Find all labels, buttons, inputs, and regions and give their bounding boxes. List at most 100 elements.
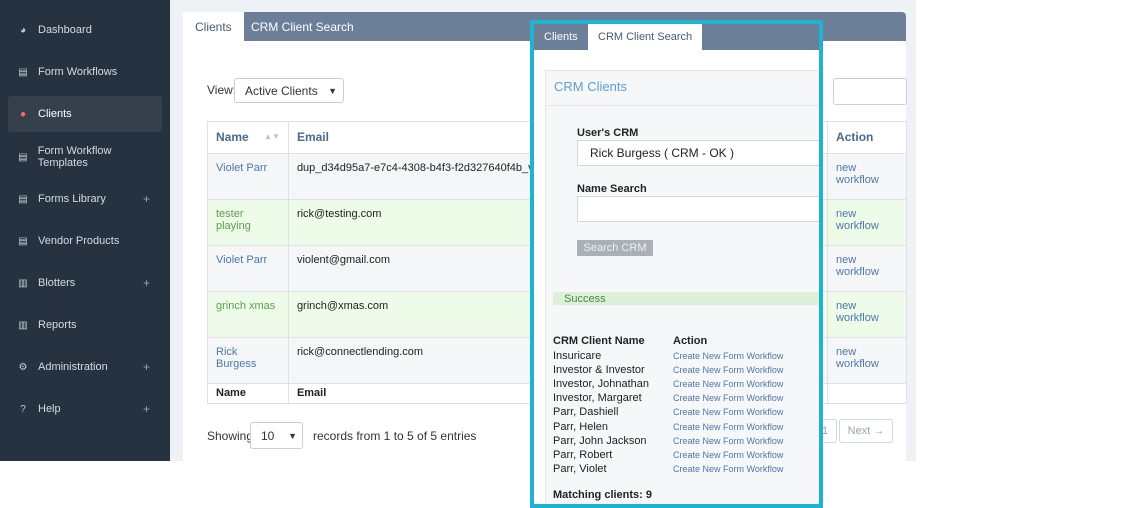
sidebar-item-label: Dashboard xyxy=(38,24,92,36)
crm-client-name: Investor, Margaret xyxy=(553,392,642,405)
crm-client-name: Parr, Violet xyxy=(553,462,607,475)
create-workflow-link[interactable]: Create New Form Workflow xyxy=(673,450,783,460)
client-name-link[interactable]: grinch xmas xyxy=(216,300,275,312)
create-workflow-link[interactable]: Create New Form Workflow xyxy=(673,422,783,432)
new-workflow-link[interactable]: new workflow xyxy=(836,346,879,370)
sidebar-item-label: Vendor Products xyxy=(38,235,120,247)
sidebar-item-label: Reports xyxy=(38,319,77,331)
sidebar-item-label: Forms Library xyxy=(38,193,106,205)
view-label: View: xyxy=(207,83,237,97)
list-item: Parr, John Jackson Create New Form Workf… xyxy=(553,434,819,448)
new-workflow-link[interactable]: new workflow xyxy=(836,300,879,324)
sidebar-item-label: Form Workflows xyxy=(38,66,118,78)
sidebar-item-reports[interactable]: ▥ Reports xyxy=(8,307,162,343)
matching-clients-count: Matching clients: 9 xyxy=(553,489,653,501)
document-icon: ▤ xyxy=(18,193,28,205)
create-workflow-link[interactable]: Create New Form Workflow xyxy=(673,351,783,361)
crm-clients-title: CRM Clients xyxy=(554,79,627,94)
document-icon: ▤ xyxy=(18,151,28,163)
expand-plus-icon[interactable]: + xyxy=(143,276,150,290)
column-header-label: Name xyxy=(216,130,249,144)
users-crm-value: Rick Burgess ( CRM - OK ) xyxy=(590,146,735,160)
list-item: Investor, Johnathan Create New Form Work… xyxy=(553,377,819,391)
crm-list-header: CRM Client Name Action xyxy=(553,335,819,349)
view-select-value: Active Clients xyxy=(245,83,318,98)
name-search-input[interactable] xyxy=(577,196,819,222)
sidebar-item-administration[interactable]: ⚙ Administration + xyxy=(8,349,162,385)
search-crm-button[interactable]: Search CRM xyxy=(577,240,653,256)
tab-crm-client-search[interactable]: CRM Client Search xyxy=(239,12,366,41)
sidebar: ◕ Dashboard ▤ Form Workflows ● Clients ▤… xyxy=(0,0,170,461)
chevron-down-icon: ▼ xyxy=(288,430,297,441)
records-info: records from 1 to 5 of 5 entries xyxy=(313,429,477,443)
crm-client-name-header: CRM Client Name xyxy=(553,335,645,347)
crm-client-name: Parr, Helen xyxy=(553,420,609,433)
tab-clients[interactable]: Clients xyxy=(534,24,588,50)
crm-search-popup: Clients CRM Client Search CRM Clients Us… xyxy=(530,20,823,508)
list-item: Parr, Helen Create New Form Workflow xyxy=(553,419,819,433)
table-search-input[interactable] xyxy=(833,78,907,105)
footer-action xyxy=(827,383,907,404)
app-window: ◕ Dashboard ▤ Form Workflows ● Clients ▤… xyxy=(0,0,1128,508)
page-length-select[interactable]: 10 ▼ xyxy=(250,422,303,449)
users-crm-select[interactable]: Rick Burgess ( CRM - OK ) xyxy=(577,140,819,166)
crm-client-name: Investor, Johnathan xyxy=(553,378,650,391)
crm-action-header: Action xyxy=(673,335,708,347)
sidebar-item-label: Blotters xyxy=(38,277,76,289)
sort-icon[interactable]: ▲▼ xyxy=(264,132,280,141)
crm-client-list: CRM Client Name Action Insuricare Create… xyxy=(553,335,819,476)
crm-clients-panel: CRM Clients User's CRM Rick Burgess ( CR… xyxy=(545,70,819,504)
sidebar-item-clients[interactable]: ● Clients xyxy=(8,96,162,132)
sidebar-item-blotters[interactable]: ▥ Blotters + xyxy=(8,265,162,301)
document-icon: ▤ xyxy=(18,66,28,78)
crm-client-name: Parr, Robert xyxy=(553,448,613,461)
gears-icon: ⚙ xyxy=(18,361,28,373)
chevron-down-icon: ▼ xyxy=(328,85,337,96)
create-workflow-link[interactable]: Create New Form Workflow xyxy=(673,436,783,446)
expand-plus-icon[interactable]: + xyxy=(143,360,150,374)
column-header-action: Action xyxy=(827,121,907,154)
tab-clients[interactable]: Clients xyxy=(183,12,244,41)
create-workflow-link[interactable]: Create New Form Workflow xyxy=(673,393,783,403)
column-header-name[interactable]: Name ▲▼ xyxy=(207,121,289,154)
sidebar-item-vendor-products[interactable]: ▤ Vendor Products xyxy=(8,223,162,259)
tab-crm-client-search[interactable]: CRM Client Search xyxy=(588,24,703,50)
expand-plus-icon[interactable]: + xyxy=(143,402,150,416)
sidebar-item-help[interactable]: ? Help + xyxy=(8,391,162,427)
list-item: Parr, Violet Create New Form Workflow xyxy=(553,462,819,476)
next-page-button[interactable]: Next → xyxy=(839,419,893,443)
sidebar-item-label: Administration xyxy=(38,361,108,373)
document-icon: ▤ xyxy=(18,235,28,247)
new-workflow-link[interactable]: new workflow xyxy=(836,208,879,232)
client-name-link[interactable]: Violet Parr xyxy=(216,162,267,174)
sidebar-item-forms-library[interactable]: ▤ Forms Library + xyxy=(8,181,162,217)
footer-name: Name xyxy=(207,383,289,404)
bar-chart-icon: ▥ xyxy=(18,277,28,289)
expand-plus-icon[interactable]: + xyxy=(143,192,150,206)
list-item: Insuricare Create New Form Workflow xyxy=(553,349,819,363)
crm-client-name: Parr, Dashiell xyxy=(553,406,619,419)
new-workflow-link[interactable]: new workflow xyxy=(836,254,879,278)
crm-client-name: Investor & Investor xyxy=(553,364,645,377)
create-workflow-link[interactable]: Create New Form Workflow xyxy=(673,464,783,474)
view-select[interactable]: Active Clients ▼ xyxy=(234,78,344,103)
crm-client-name: Insuricare xyxy=(553,350,602,363)
create-workflow-link[interactable]: Create New Form Workflow xyxy=(673,407,783,417)
status-badge: Success xyxy=(553,292,819,305)
sidebar-item-form-workflow-templates[interactable]: ▤ Form Workflow Templates xyxy=(8,139,162,175)
users-icon: ● xyxy=(19,108,27,120)
sidebar-item-dashboard[interactable]: ◕ Dashboard xyxy=(8,12,162,48)
list-item: Parr, Robert Create New Form Workflow xyxy=(553,448,819,462)
new-workflow-link[interactable]: new workflow xyxy=(836,162,879,186)
divider xyxy=(546,105,819,106)
crm-client-name: Parr, John Jackson xyxy=(553,434,647,447)
sidebar-item-form-workflows[interactable]: ▤ Form Workflows xyxy=(8,54,162,90)
question-icon: ? xyxy=(20,403,26,415)
client-name-link[interactable]: tester playing xyxy=(216,208,251,232)
client-name-link[interactable]: Rick Burgess xyxy=(216,346,256,370)
create-workflow-link[interactable]: Create New Form Workflow xyxy=(673,365,783,375)
name-search-label: Name Search xyxy=(577,183,647,195)
client-name-link[interactable]: Violet Parr xyxy=(216,254,267,266)
create-workflow-link[interactable]: Create New Form Workflow xyxy=(673,379,783,389)
list-item: Parr, Dashiell Create New Form Workflow xyxy=(553,405,819,419)
